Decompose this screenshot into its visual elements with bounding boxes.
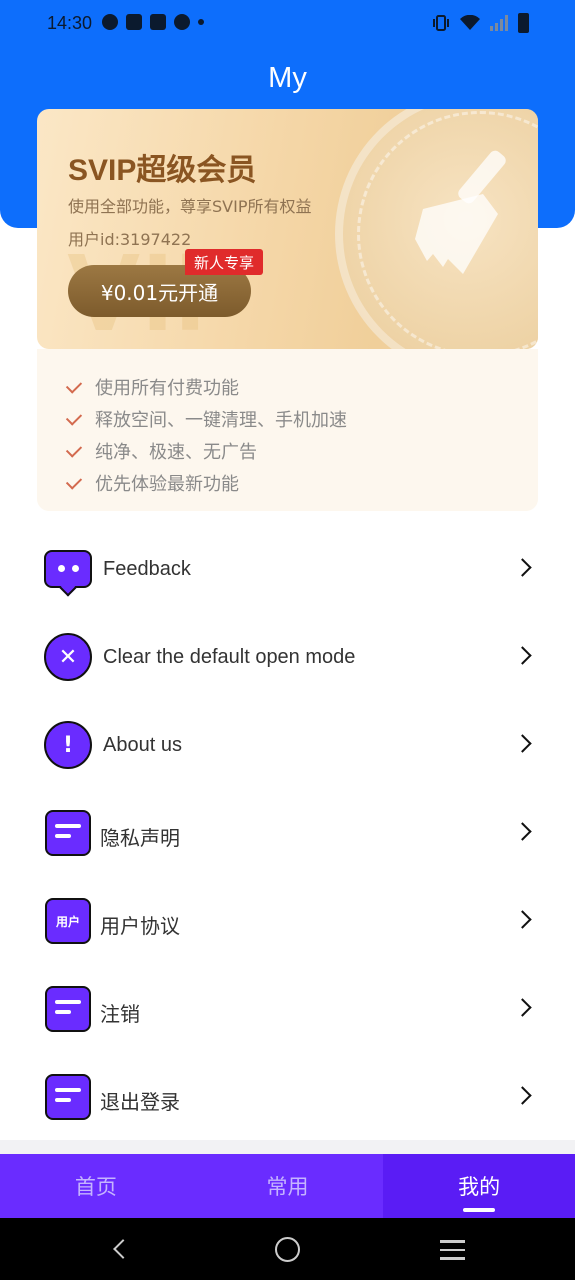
chevron-right-icon (513, 910, 532, 929)
check-icon (65, 472, 83, 490)
page-title: My (268, 62, 307, 94)
system-navigation-bar (0, 1218, 575, 1280)
bottom-tab-bar: 首页 常用 我的 (0, 1154, 575, 1218)
vibrate-icon (433, 15, 449, 31)
user-agreement-icon: 用户 (44, 897, 92, 945)
feature-text: 释放空间、一键清理、手机加速 (95, 410, 347, 431)
chevron-right-icon (513, 1086, 532, 1105)
tab-label: 常用 (266, 1175, 309, 1199)
feature-item: 使用所有付费功能 (37, 371, 538, 403)
app-notification-icon (102, 14, 118, 30)
document-icon (44, 985, 92, 1033)
info-circle-icon: ! (44, 721, 92, 769)
system-status-icons (432, 13, 529, 33)
menu-item-about[interactable]: ! About us (0, 701, 575, 789)
user-id: 用户id:3197422 (68, 230, 192, 249)
check-icon (65, 440, 83, 458)
feature-item: 纯净、极速、无广告 (37, 435, 538, 467)
status-time: 14:30 (47, 13, 93, 33)
new-user-badge: 新人专享 (185, 249, 264, 275)
signal-icon (490, 15, 508, 31)
mail-notification-icon (150, 14, 166, 30)
menu-label: 隐私声明 (100, 826, 180, 850)
feature-text: 优先体验最新功能 (95, 474, 239, 495)
document-icon (44, 809, 92, 857)
tab-mine[interactable]: 我的 (383, 1154, 575, 1218)
menu-label: Clear the default open mode (103, 646, 356, 668)
chat-icon (44, 545, 92, 593)
mail-notification-icon (126, 14, 142, 30)
vip-features: 使用所有付费功能 释放空间、一键清理、手机加速 纯净、极速、无广告 优先体验最新… (37, 349, 538, 511)
menu-label: 退出登录 (100, 1090, 180, 1114)
check-icon (65, 408, 83, 426)
shield-notification-icon (174, 14, 190, 30)
menu-label: 注销 (100, 1002, 140, 1026)
vip-title: SVIP超级会员 (68, 154, 257, 187)
chevron-right-icon (513, 646, 532, 665)
feature-item: 释放空间、一键清理、手机加速 (37, 403, 538, 435)
chevron-right-icon (513, 998, 532, 1017)
chevron-right-icon (513, 734, 532, 753)
settings-menu: Feedback ✕ Clear the default open mode !… (0, 525, 575, 1141)
menu-label: 用户协议 (100, 914, 180, 938)
menu-label: About us (103, 734, 182, 756)
notification-icons (102, 14, 204, 30)
document-icon (44, 1073, 92, 1121)
back-icon[interactable] (113, 1239, 133, 1259)
check-icon (65, 376, 83, 394)
divider (0, 1140, 575, 1154)
tab-common[interactable]: 常用 (192, 1154, 384, 1218)
menu-item-clear-default[interactable]: ✕ Clear the default open mode (0, 613, 575, 701)
tab-label: 首页 (74, 1175, 117, 1199)
menu-item-deactivate[interactable]: 注销 (0, 965, 575, 1053)
feature-item: 优先体验最新功能 (37, 467, 538, 499)
menu-item-privacy[interactable]: 隐私声明 (0, 789, 575, 877)
close-circle-icon: ✕ (44, 633, 92, 681)
menu-item-user-agreement[interactable]: 用户 用户协议 (0, 877, 575, 965)
menu-item-logout[interactable]: 退出登录 (0, 1053, 575, 1141)
wifi-icon (460, 15, 480, 30)
status-bar: 14:30 (0, 0, 575, 48)
recent-apps-icon[interactable] (440, 1240, 465, 1266)
broom-icon (415, 150, 506, 274)
chevron-right-icon (513, 822, 532, 841)
vip-subtitle: 使用全部功能，尊享SVIP所有权益 (68, 197, 312, 216)
coin-decoration (335, 109, 538, 349)
tab-home[interactable]: 首页 (0, 1154, 192, 1218)
tab-label: 我的 (458, 1175, 501, 1199)
menu-item-feedback[interactable]: Feedback (0, 525, 575, 613)
feature-text: 纯净、极速、无广告 (95, 442, 257, 463)
menu-label: Feedback (103, 558, 191, 580)
home-icon[interactable] (275, 1237, 300, 1262)
active-tab-indicator (463, 1208, 496, 1212)
feature-text: 使用所有付费功能 (95, 378, 239, 399)
battery-icon (518, 13, 529, 33)
more-notifications-icon (198, 19, 204, 25)
chevron-right-icon (513, 558, 532, 577)
vip-card[interactable]: VIP SVIP超级会员 使用全部功能，尊享SVIP所有权益 用户id:3197… (37, 109, 538, 349)
